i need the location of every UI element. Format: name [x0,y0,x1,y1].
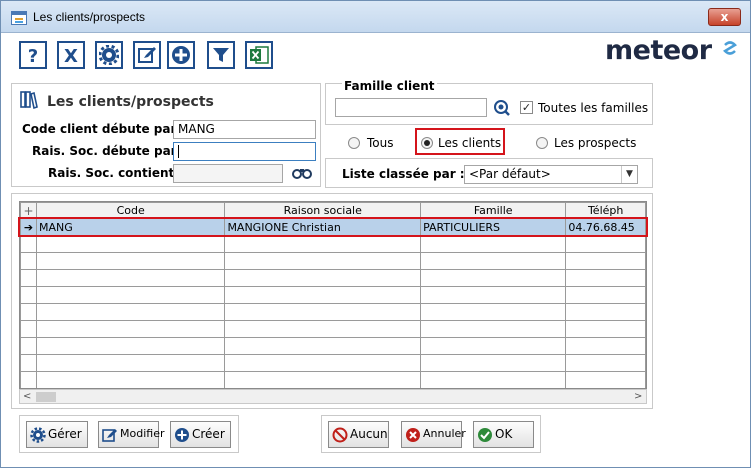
gear-icon [30,427,46,443]
plus-circle-icon [172,46,190,64]
modifier-label: Modifier [120,427,165,440]
annuler-button[interactable]: Annuler [401,421,466,448]
table-row[interactable] [20,252,646,270]
toutes-familles-checkbox[interactable]: ✓ [520,101,533,114]
funnel-filter-icon [213,48,229,62]
rais-soc-contains-label: Rais. Soc. contient : [48,166,184,180]
radio-tous-label: Tous [367,136,394,150]
help-icon: ? [28,46,38,65]
radio-les-prospects[interactable] [536,137,548,149]
code-client-input[interactable]: MANG [173,120,316,139]
text-caret [178,145,179,158]
binder-icon [20,91,38,110]
creer-label: Créer [192,427,225,441]
window: Les clients/prospects x ? X meteor Les c… [0,0,751,468]
famille-input[interactable] [335,98,487,117]
no-entry-icon [332,427,348,443]
ok-label: OK [495,427,513,441]
x-glyph: X [64,46,78,65]
annuler-label: Annuler [423,427,466,440]
close-button[interactable]: x [708,8,741,26]
creer-button[interactable]: Créer [170,421,231,448]
famille-panel: Famille client ✓ Toutes les familles [325,79,653,125]
add-button[interactable] [167,41,195,69]
horizontal-scrollbar[interactable]: < > [19,389,647,404]
search-panel: Les clients/prospects Code client débute… [11,83,321,187]
excel-icon [250,46,269,64]
meteor-logo: meteor [605,35,712,66]
pencil-edit-icon [102,429,117,442]
rais-soc-starts-label: Rais. Soc. débute par : [32,144,186,158]
search-panel-title: Les clients/prospects [47,94,214,110]
radio-les-prospects-label: Les prospects [554,136,637,150]
rais-soc-starts-input[interactable] [173,142,316,161]
code-client-label: Code client débute par : [22,122,186,136]
scroll-left-icon[interactable]: < [23,390,31,403]
table-row[interactable] [20,320,646,338]
title-bar[interactable]: Les clients/prospects x [1,1,750,33]
table-row[interactable] [20,371,646,388]
chevron-down-icon[interactable]: ▼ [621,166,637,183]
modifier-button[interactable]: Modifier [98,421,164,448]
aucun-label: Aucun [350,427,388,441]
table-row[interactable] [20,269,646,287]
pencil-edit-icon [138,47,156,63]
edit-button[interactable] [133,41,161,69]
window-title: Les clients/prospects [33,10,146,24]
meteor-logo-icon [723,41,737,55]
table-row[interactable] [20,286,646,304]
gear-icon [99,45,119,65]
highlight-selected-row [18,217,648,237]
highlight-les-clients [415,128,505,155]
aucun-button[interactable]: Aucun [328,421,389,448]
table-row[interactable] [20,303,646,321]
toutes-familles-label: Toutes les familles [538,101,649,115]
scroll-thumb[interactable] [36,392,56,402]
window-app-icon [11,11,27,25]
check-icon [478,428,492,442]
filter-button[interactable] [207,41,235,69]
ok-button[interactable]: OK [473,421,534,448]
table-row[interactable] [20,337,646,355]
scroll-right-icon[interactable]: > [634,390,642,403]
sort-select[interactable]: <Par défaut> [464,165,638,184]
search-famille-icon[interactable] [493,99,511,117]
cancel-x-icon [406,428,420,442]
gerer-button[interactable]: Gérer [26,421,88,448]
table-row[interactable] [20,235,646,253]
sort-label: Liste classée par : [342,167,465,181]
rais-soc-contains-input[interactable] [173,164,283,183]
radio-tous[interactable] [348,137,360,149]
table-row[interactable] [20,354,646,372]
help-glyph: ? [28,46,38,65]
binoculars-icon[interactable] [292,165,312,179]
delete-button[interactable]: X [57,41,85,69]
famille-title: Famille client [342,79,437,93]
x-icon: X [64,46,78,65]
settings-button[interactable] [95,41,123,69]
excel-export-button[interactable] [245,41,273,69]
help-button[interactable]: ? [19,41,47,69]
sort-select-value: <Par défaut> [469,167,551,181]
plus-circle-icon [175,428,189,442]
sort-panel: Liste classée par : <Par défaut> ▼ [325,158,653,188]
gerer-label: Gérer [48,427,82,441]
